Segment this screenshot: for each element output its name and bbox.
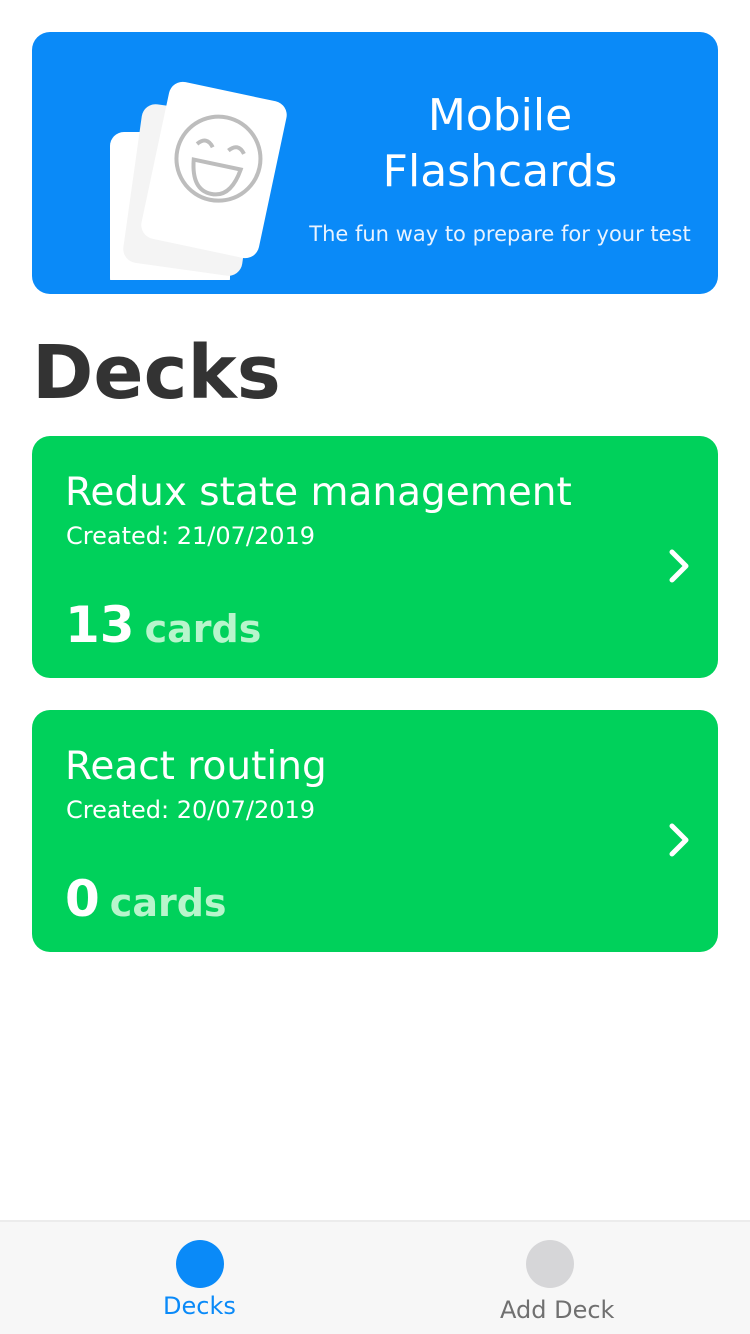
flashcards-smiley-icon (110, 81, 287, 280)
tab-decks[interactable]: Decks (0, 1222, 375, 1334)
page-title: Decks (32, 330, 281, 416)
tab-add-deck-label: Add Deck (500, 1296, 615, 1324)
app-subtitle: The fun way to prepare for your test (309, 222, 691, 246)
decks-tab-icon (176, 1240, 224, 1288)
add-deck-tab-icon (526, 1240, 574, 1288)
deck-count-number: 13 (65, 596, 135, 654)
deck-card-count: 13 cards (65, 596, 261, 654)
app-title: Mobile Flashcards (302, 88, 698, 200)
chevron-right-icon (669, 823, 689, 857)
bottom-tab-bar: Decks Add Deck (0, 1220, 750, 1334)
deck-card[interactable]: React routing Created: 20/07/2019 0 cards (32, 710, 718, 952)
deck-title: Redux state management (65, 470, 572, 515)
deck-count-unit: cards (109, 881, 227, 925)
chevron-right-icon (669, 549, 689, 583)
app-screen: Mobile Flashcards The fun way to prepare… (0, 0, 750, 1334)
hero-text: Mobile Flashcards The fun way to prepare… (302, 88, 698, 246)
deck-card[interactable]: Redux state management Created: 21/07/20… (32, 436, 718, 678)
tab-add-deck[interactable]: Add Deck (375, 1222, 750, 1334)
app-title-line1: Mobile (427, 90, 573, 141)
tab-decks-label: Decks (163, 1292, 236, 1320)
deck-count-unit: cards (144, 607, 262, 651)
deck-title: React routing (65, 744, 327, 789)
deck-count-number: 0 (65, 870, 100, 928)
deck-card-count: 0 cards (65, 870, 227, 928)
deck-created-date: Created: 21/07/2019 (66, 522, 316, 550)
app-title-line2: Flashcards (382, 146, 618, 197)
hero-banner: Mobile Flashcards The fun way to prepare… (32, 32, 718, 294)
deck-created-date: Created: 20/07/2019 (66, 796, 316, 824)
